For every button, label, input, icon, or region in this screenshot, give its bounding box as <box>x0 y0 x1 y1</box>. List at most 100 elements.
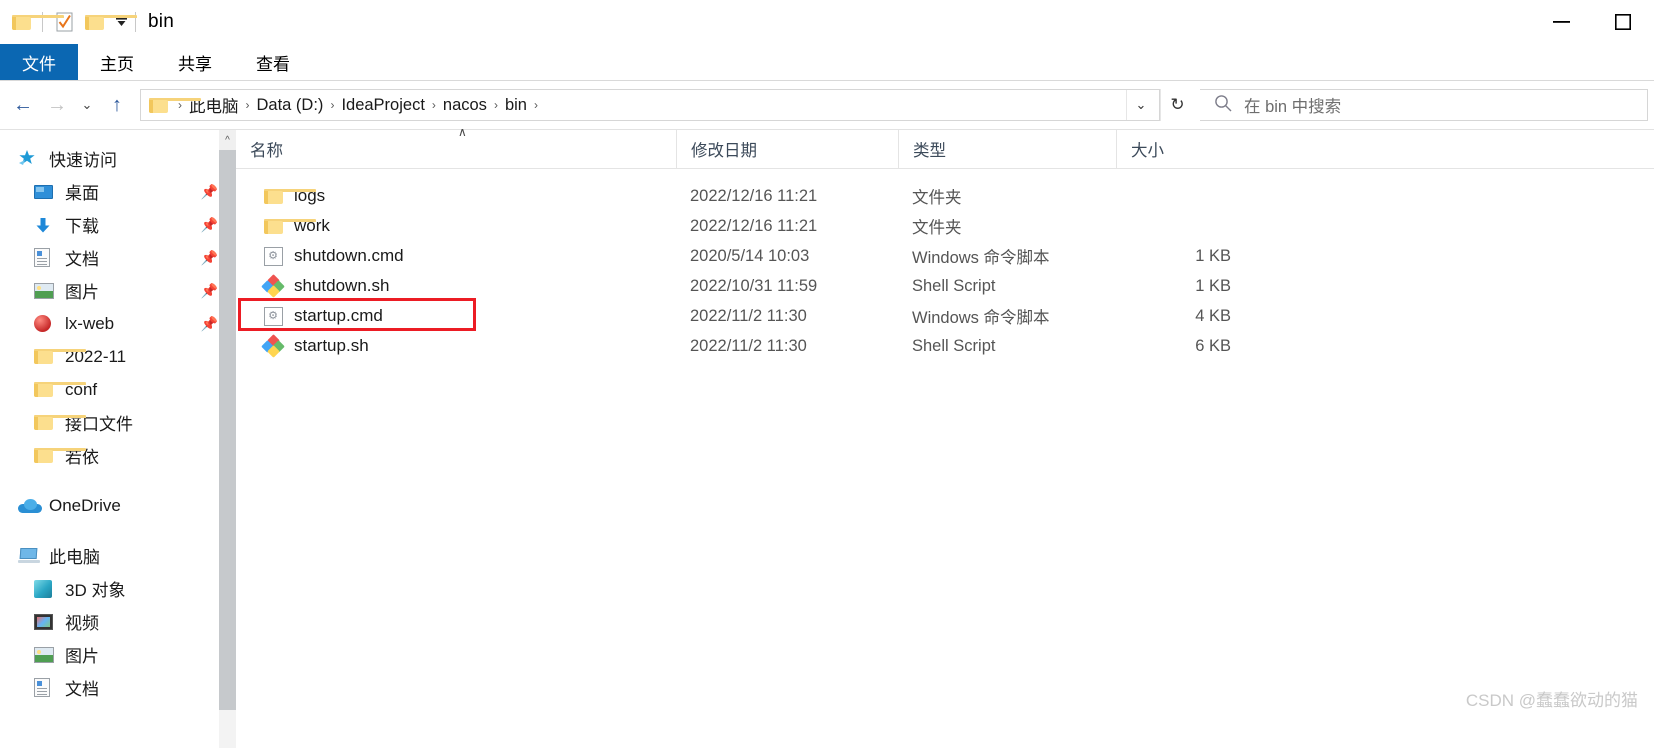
breadcrumb-item-nacos[interactable]: nacos <box>440 96 490 115</box>
sidebar-item-documents-pc[interactable]: 文档 <box>0 671 236 704</box>
column-header-date[interactable]: 修改日期 <box>676 130 898 168</box>
column-header-type[interactable]: 类型 <box>898 130 1116 168</box>
new-folder-icon[interactable] <box>79 7 137 37</box>
breadcrumb-separator: › <box>178 98 182 112</box>
folder-icon <box>34 349 86 364</box>
file-date: 2022/10/31 11:59 <box>690 276 818 295</box>
address-bar[interactable]: › 此电脑 › Data (D:) › IdeaProject › nacos … <box>140 89 1160 121</box>
forward-button[interactable]: → <box>40 88 74 122</box>
sidebar-item-desktop[interactable]: 桌面 📌 <box>0 175 236 208</box>
search-box[interactable]: 在 bin 中搜索 <box>1200 89 1648 121</box>
sidebar-item-interface-files[interactable]: 接口文件 <box>0 406 236 439</box>
up-button[interactable]: ↑ <box>100 88 134 122</box>
breadcrumb-separator[interactable]: › <box>490 99 502 111</box>
tab-file[interactable]: 文件 <box>0 44 78 80</box>
tab-home[interactable]: 主页 <box>78 44 156 80</box>
watermark: CSDN @蠢蠢欲动的猫 <box>1465 691 1638 710</box>
folder-icon <box>34 448 86 463</box>
sidebar-item-3d-objects[interactable]: 3D 对象 <box>0 572 236 605</box>
sidebar-item-videos[interactable]: 视频 <box>0 605 236 638</box>
back-button[interactable]: ← <box>6 88 40 122</box>
pin-icon[interactable]: 📌 <box>201 282 218 299</box>
quick-access-toolbar: bin <box>0 7 174 37</box>
sidebar-label: 图片 <box>65 283 99 302</box>
pin-icon[interactable]: 📌 <box>201 315 218 332</box>
file-name: startup.sh <box>294 336 369 355</box>
sidebar-label: 接口文件 <box>65 415 133 434</box>
pin-icon[interactable]: 📌 <box>201 216 218 233</box>
sort-ascending-icon: ∧ <box>458 125 467 139</box>
sidebar-item-this-pc[interactable]: 此电脑 <box>0 539 236 572</box>
sidebar-item-documents[interactable]: 文档 📌 <box>0 241 236 274</box>
file-date: 2022/11/2 11:30 <box>690 336 807 355</box>
refresh-button[interactable]: ↻ <box>1160 89 1194 121</box>
table-row[interactable]: logs 2022/12/16 11:21 文件夹 <box>236 181 1654 211</box>
sidebar-item-ruoyi[interactable]: 若依 <box>0 439 236 472</box>
scroll-up-icon[interactable]: ^ <box>219 130 236 150</box>
breadcrumb-separator[interactable]: › <box>326 99 338 111</box>
properties-checkbox-icon[interactable] <box>49 7 79 37</box>
file-name-cell[interactable]: startup.sh <box>236 334 676 358</box>
folder-icon <box>262 188 316 204</box>
breadcrumb-separator[interactable]: › <box>530 99 542 111</box>
scrollbar-thumb[interactable] <box>219 150 236 710</box>
pin-icon[interactable]: 📌 <box>201 183 218 200</box>
table-row[interactable]: work 2022/12/16 11:21 文件夹 <box>236 211 1654 241</box>
pictures-icon <box>34 646 58 663</box>
sidebar-item-pictures[interactable]: 图片 📌 <box>0 274 236 307</box>
minimize-button[interactable] <box>1530 0 1592 44</box>
breadcrumb-item-ideaproject[interactable]: IdeaProject <box>338 96 427 115</box>
sidebar-item-pictures-pc[interactable]: 图片 <box>0 638 236 671</box>
file-date: 2022/12/16 11:21 <box>690 216 818 235</box>
breadcrumb-item-bin[interactable]: bin <box>502 96 530 115</box>
pictures-icon <box>34 282 58 299</box>
folder-icon[interactable] <box>6 7 64 37</box>
search-input[interactable]: 在 bin 中搜索 <box>1244 93 1341 117</box>
file-name-cell[interactable]: ⚙ startup.cmd <box>236 306 676 326</box>
table-row[interactable]: ⚙ shutdown.cmd 2020/5/14 10:03 Windows 命… <box>236 241 1654 271</box>
title-bar: bin <box>0 0 1654 44</box>
pin-icon[interactable]: 📌 <box>201 249 218 266</box>
file-size: 6 KB <box>1195 336 1231 355</box>
table-row[interactable]: ⚙ startup.cmd 2022/11/2 11:30 Windows 命令… <box>236 301 1654 331</box>
column-label: 名称 <box>250 142 283 160</box>
address-dropdown-icon[interactable]: ⌄ <box>1126 90 1155 120</box>
file-name-cell[interactable]: logs <box>236 186 676 206</box>
sidebar-item-conf[interactable]: conf <box>0 373 236 406</box>
sidebar-item-quick-access[interactable]: 快速访问 <box>0 142 236 175</box>
shell-script-icon <box>261 334 285 358</box>
table-row[interactable]: startup.sh 2022/11/2 11:30 Shell Script … <box>236 331 1654 361</box>
table-row[interactable]: shutdown.sh 2022/10/31 11:59 Shell Scrip… <box>236 271 1654 301</box>
file-list: 名称 ∧ 修改日期 类型 大小 logs 2022/12/16 11:21 文件… <box>236 125 1654 748</box>
sidebar-label: 文档 <box>65 680 99 699</box>
file-size: 1 KB <box>1195 246 1231 265</box>
recent-locations-button[interactable]: ⌄ <box>74 88 100 122</box>
sidebar-item-2022-11[interactable]: 2022-11 <box>0 340 236 373</box>
tab-view[interactable]: 查看 <box>234 44 312 80</box>
folder-icon <box>34 382 86 397</box>
file-name-cell[interactable]: ⚙ shutdown.cmd <box>236 246 676 266</box>
file-size: 4 KB <box>1195 306 1231 325</box>
content-area: 快速访问 桌面 📌 下载 📌 文档 📌 图片 📌 lx-web 📌 2022-1… <box>0 125 1654 748</box>
onedrive-cloud-icon <box>18 498 42 513</box>
sidebar-item-downloads[interactable]: 下载 📌 <box>0 208 236 241</box>
breadcrumb-item-this-pc[interactable]: 此电脑 <box>186 93 242 117</box>
sidebar-scrollbar[interactable]: ^ <box>219 130 236 748</box>
maximize-button[interactable] <box>1592 0 1654 44</box>
file-name: shutdown.sh <box>294 276 390 295</box>
breadcrumb-item-data-d[interactable]: Data (D:) <box>254 96 327 115</box>
cmd-script-icon: ⚙ <box>262 306 284 326</box>
breadcrumb-separator[interactable]: › <box>242 99 254 111</box>
file-name-cell[interactable]: work <box>236 216 676 236</box>
file-name-cell[interactable]: shutdown.sh <box>236 274 676 298</box>
column-header-name[interactable]: 名称 ∧ <box>236 125 676 168</box>
column-header-size[interactable]: 大小 <box>1116 130 1251 168</box>
file-name: shutdown.cmd <box>294 246 404 265</box>
sidebar-label: 桌面 <box>65 184 99 203</box>
folder-icon <box>149 97 201 113</box>
breadcrumb-separator[interactable]: › <box>428 99 440 111</box>
tab-share[interactable]: 共享 <box>156 44 234 80</box>
sidebar-item-lx-web[interactable]: lx-web 📌 <box>0 307 236 340</box>
sidebar-item-onedrive[interactable]: OneDrive <box>0 489 236 522</box>
